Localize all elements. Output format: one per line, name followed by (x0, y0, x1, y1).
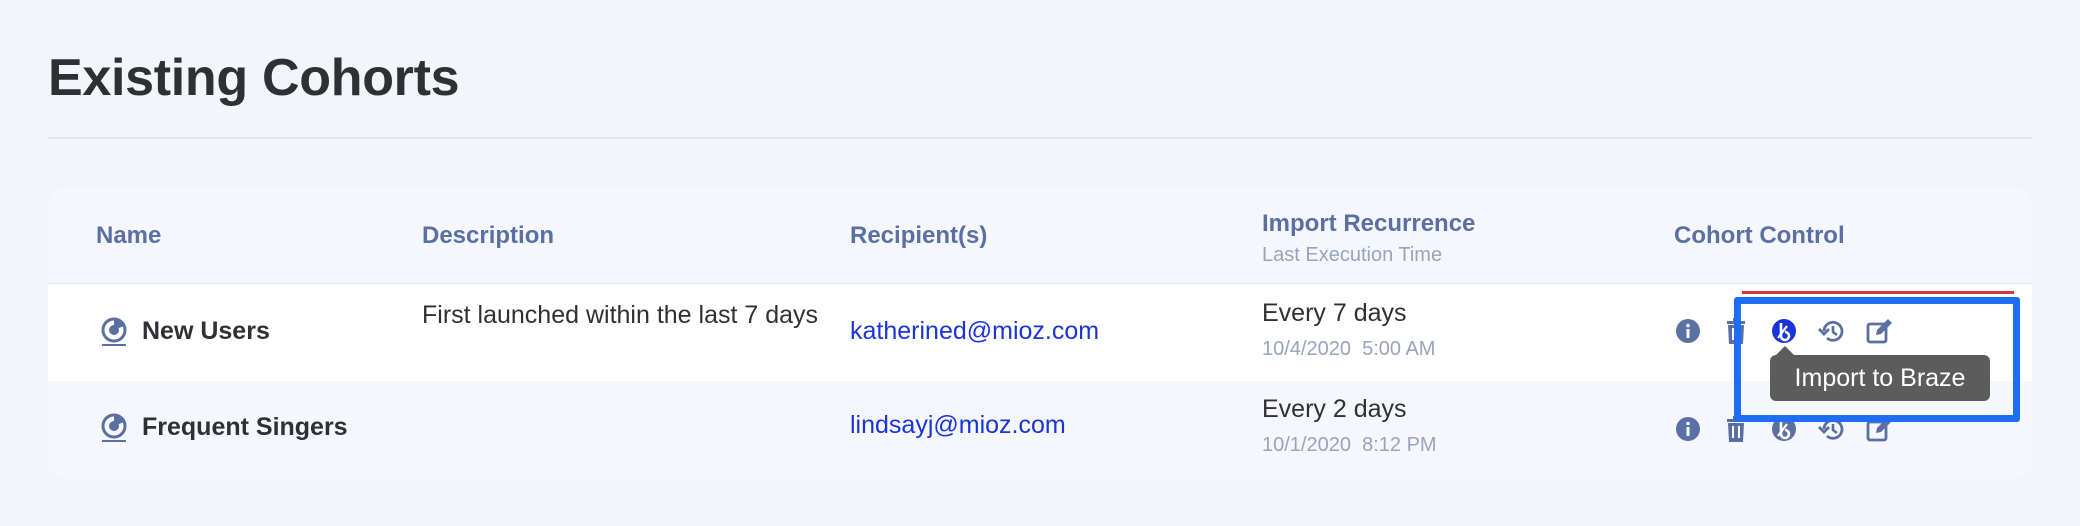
recurrence-text: Every 2 days (1262, 395, 1407, 423)
last-execution-time: 10/4/2020 5:00 AM (1262, 338, 1436, 360)
recurrence-cell: Every 2 days 10/1/2020 8:12 PM (1262, 395, 1437, 457)
recipient-email-link[interactable]: katherined@mioz.com (850, 317, 1099, 346)
edit-icon[interactable] (1866, 317, 1894, 345)
cohorts-table: Name Description Recipient(s) Import Rec… (48, 188, 2032, 478)
cohort-controls (1674, 317, 1894, 345)
import-to-braze-tooltip: Import to Braze (1770, 355, 1990, 401)
info-icon[interactable] (1674, 317, 1702, 345)
table-row: Frequent Singers lindsayj@mioz.com Every… (48, 381, 2032, 478)
header-import-recurrence[interactable]: Import Recurrence (1262, 210, 1475, 238)
pie-chart-icon (100, 317, 128, 346)
cohort-name-cell[interactable]: New Users (100, 317, 270, 346)
history-icon[interactable] (1818, 317, 1846, 345)
tooltip-arrow (1776, 346, 1794, 355)
header-name[interactable]: Name (96, 222, 161, 250)
table-row: New Users First launched within the last… (48, 285, 2032, 381)
edit-icon[interactable] (1866, 415, 1894, 443)
cohort-description: First launched within the last 7 days (422, 301, 819, 329)
braze-icon[interactable] (1770, 415, 1798, 443)
cohort-name[interactable]: Frequent Singers (142, 413, 348, 442)
info-icon[interactable] (1674, 415, 1702, 443)
cohort-name-cell[interactable]: Frequent Singers (100, 413, 348, 442)
cohort-name[interactable]: New Users (142, 317, 270, 346)
history-icon[interactable] (1818, 415, 1846, 443)
header-description[interactable]: Description (422, 222, 554, 250)
braze-icon[interactable] (1770, 317, 1798, 345)
highlight-accent-line (1742, 291, 2014, 294)
recipient-email-link[interactable]: lindsayj@mioz.com (850, 411, 1066, 440)
page-title: Existing Cohorts (48, 49, 460, 107)
trash-icon[interactable] (1722, 415, 1750, 443)
last-execution-time: 10/1/2020 8:12 PM (1262, 434, 1437, 456)
table-header: Name Description Recipient(s) Import Rec… (48, 188, 2032, 284)
divider (48, 137, 2032, 139)
header-recipients[interactable]: Recipient(s) (850, 222, 987, 250)
pie-chart-icon (100, 413, 128, 442)
trash-icon[interactable] (1722, 317, 1750, 345)
header-last-execution-time: Last Execution Time (1262, 244, 1443, 266)
page: Existing Cohorts Name Description Recipi… (0, 0, 2080, 526)
recurrence-cell: Every 7 days 10/4/2020 5:00 AM (1262, 299, 1435, 361)
recurrence-text: Every 7 days (1262, 299, 1407, 327)
cohort-controls (1674, 415, 1894, 443)
header-cohort-control: Cohort Control (1674, 222, 1845, 249)
